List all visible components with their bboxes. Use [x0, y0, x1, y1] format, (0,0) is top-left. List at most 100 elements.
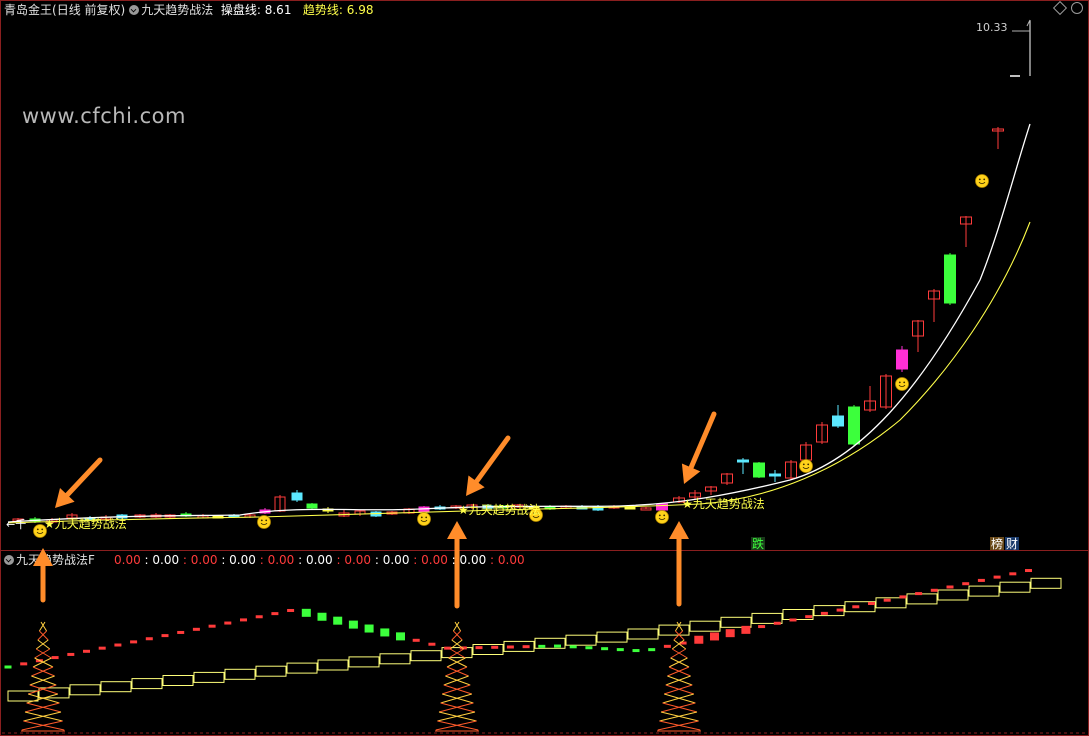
- step-box: [658, 624, 690, 636]
- smiley-icon: [975, 174, 989, 188]
- tower-stroke: [670, 648, 688, 659]
- signal-arrow-shaft: [64, 457, 103, 498]
- momentum-dot: [240, 618, 247, 622]
- smiley-icon: [257, 515, 271, 529]
- sub-pane: [2, 569, 1086, 734]
- tower-stroke: [31, 666, 55, 677]
- tower-stroke: [448, 648, 466, 659]
- momentum-dot: [1009, 572, 1017, 576]
- chart-canvas[interactable]: 10.33 ★九天趋势战法 ★九天趋势战法 ★九天趋势战法 ←千跌 榜财: [0, 0, 1089, 736]
- momentum-dot: [601, 647, 609, 651]
- smiley-eye: [41, 528, 44, 531]
- step-box: [720, 616, 752, 628]
- signal-label: ★九天趋势战法: [458, 503, 541, 517]
- momentum-dot: [98, 646, 106, 650]
- momentum-dot: [506, 645, 514, 649]
- tower-stroke: [659, 711, 699, 722]
- momentum-dot: [161, 634, 169, 638]
- signal-arrow-head: [669, 521, 689, 539]
- tower-stroke: [438, 702, 476, 713]
- smiley-face: [655, 510, 669, 524]
- tower-stroke: [34, 648, 52, 659]
- candle-body: [656, 503, 668, 511]
- tower-stroke: [24, 702, 62, 713]
- momentum-dot: [632, 649, 640, 653]
- step-box: [100, 681, 132, 693]
- momentum-dot: [4, 665, 12, 669]
- momentum-dot: [741, 625, 751, 634]
- step-box: [472, 644, 504, 655]
- smiley-eye: [983, 178, 986, 181]
- momentum-dot: [301, 608, 311, 617]
- smiley-eye: [663, 514, 666, 517]
- momentum-dot: [993, 575, 1001, 579]
- momentum-dot: [333, 616, 343, 625]
- tower-stroke: [440, 693, 474, 704]
- momentum-dot: [255, 615, 263, 619]
- signal-label: ★九天趋势战法: [44, 517, 127, 531]
- tower-stroke: [446, 657, 468, 668]
- momentum-dot: [836, 608, 844, 612]
- smiley-eye: [802, 463, 805, 466]
- step-box: [193, 671, 225, 683]
- step-box: [317, 659, 349, 671]
- momentum-dot: [522, 645, 530, 649]
- candle-body: [769, 473, 781, 477]
- tower-stroke: [445, 666, 469, 677]
- step-box: [379, 653, 411, 665]
- candle-body: [848, 406, 860, 445]
- momentum-dot: [868, 601, 875, 605]
- price-high-label: 10.33: [976, 21, 1008, 34]
- momentum-dot: [538, 644, 546, 648]
- tower-stroke: [667, 666, 691, 677]
- smiley-face: [895, 377, 909, 391]
- momentum-dot: [271, 612, 279, 616]
- tower-stroke: [674, 621, 684, 632]
- smiley-eye: [903, 381, 906, 384]
- signal-arrow-head: [33, 548, 53, 566]
- momentum-dot: [946, 585, 954, 589]
- smiley-eye: [807, 463, 810, 466]
- momentum-dot: [977, 578, 985, 582]
- momentum-dot: [569, 645, 577, 649]
- momentum-dot: [145, 637, 153, 641]
- smiley-eye: [260, 519, 263, 522]
- step-box: [906, 593, 938, 605]
- step-box: [565, 634, 597, 646]
- candle-body: [896, 349, 908, 370]
- candle-body: [753, 462, 765, 478]
- momentum-dot: [773, 621, 781, 625]
- step-box: [968, 585, 1000, 597]
- left-edge-label: ←千: [6, 518, 26, 531]
- tower-stroke: [23, 711, 63, 722]
- momentum-dot: [930, 588, 938, 592]
- momentum-dot: [428, 642, 436, 646]
- step-box: [69, 684, 101, 696]
- tower-stroke: [28, 684, 58, 695]
- candle-body: [944, 254, 956, 304]
- momentum-dot: [805, 615, 813, 619]
- momentum-dot: [177, 630, 185, 634]
- tower-stroke: [660, 702, 698, 713]
- momentum-dot: [348, 620, 358, 629]
- step-box: [627, 628, 659, 640]
- signal-arrow-head: [447, 521, 467, 539]
- momentum-dot: [915, 592, 923, 596]
- momentum-dot: [364, 624, 374, 633]
- tag-text: 跌: [752, 536, 764, 551]
- smiley-icon: [895, 377, 909, 391]
- signal-arrow-shaft: [688, 411, 717, 470]
- step-box: [596, 631, 628, 643]
- signal-label: ★九天趋势战法: [682, 497, 765, 511]
- tower-stroke: [443, 675, 471, 686]
- smiley-eye: [978, 178, 981, 181]
- tower-stroke: [452, 621, 462, 632]
- momentum-dot: [208, 624, 216, 628]
- momentum-dot: [554, 644, 561, 648]
- tower-stroke: [37, 630, 49, 641]
- tower-stroke: [35, 639, 51, 650]
- momentum-dot: [380, 628, 390, 637]
- smiley-eye: [420, 516, 423, 519]
- momentum-dot: [51, 656, 59, 660]
- smiley-face: [417, 512, 431, 526]
